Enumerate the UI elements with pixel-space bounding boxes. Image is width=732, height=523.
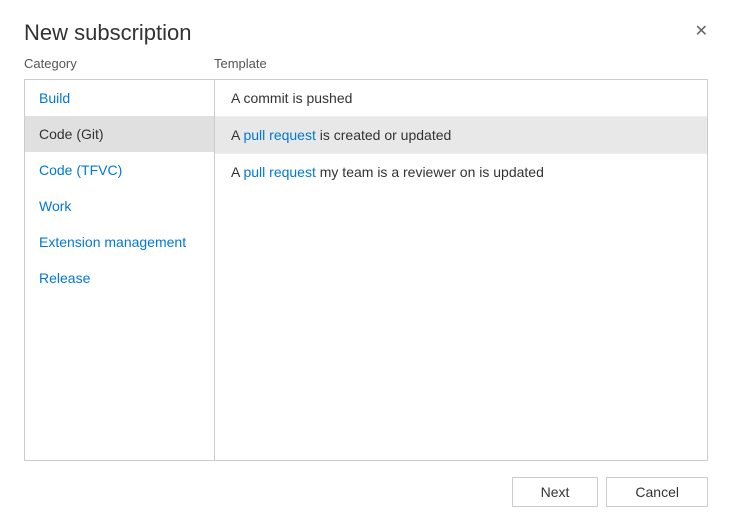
category-item-code-tfvc[interactable]: Code (TFVC) xyxy=(25,152,214,188)
new-subscription-dialog: New subscription ✕ Category Template Bui… xyxy=(0,0,732,523)
columns-header: Category Template xyxy=(24,56,708,71)
next-button[interactable]: Next xyxy=(512,477,599,507)
category-item-extension-management[interactable]: Extension management xyxy=(25,224,214,260)
close-button[interactable]: ✕ xyxy=(695,24,708,40)
template-item-pull-request-created[interactable]: A pull request is created or updated xyxy=(215,117,707,154)
dialog-header: New subscription ✕ xyxy=(0,0,732,56)
template-column-header: Template xyxy=(214,56,708,71)
category-item-code-git[interactable]: Code (Git) xyxy=(25,116,214,152)
cancel-button[interactable]: Cancel xyxy=(606,477,708,507)
dialog-body: Category Template BuildCode (Git)Code (T… xyxy=(0,56,732,461)
columns-content: BuildCode (Git)Code (TFVC)WorkExtension … xyxy=(24,79,708,461)
category-item-work[interactable]: Work xyxy=(25,188,214,224)
template-item-pull-request-reviewer[interactable]: A pull request my team is a reviewer on … xyxy=(215,154,707,190)
category-list: BuildCode (Git)Code (TFVC)WorkExtension … xyxy=(25,80,215,460)
category-column-header: Category xyxy=(24,56,214,71)
category-item-release[interactable]: Release xyxy=(25,260,214,296)
dialog-title: New subscription xyxy=(24,20,192,46)
dialog-footer: Next Cancel xyxy=(0,461,732,523)
category-item-build[interactable]: Build xyxy=(25,80,214,116)
template-item-commit-pushed[interactable]: A commit is pushed xyxy=(215,80,707,117)
template-list: A commit is pushedA pull request is crea… xyxy=(215,80,707,460)
